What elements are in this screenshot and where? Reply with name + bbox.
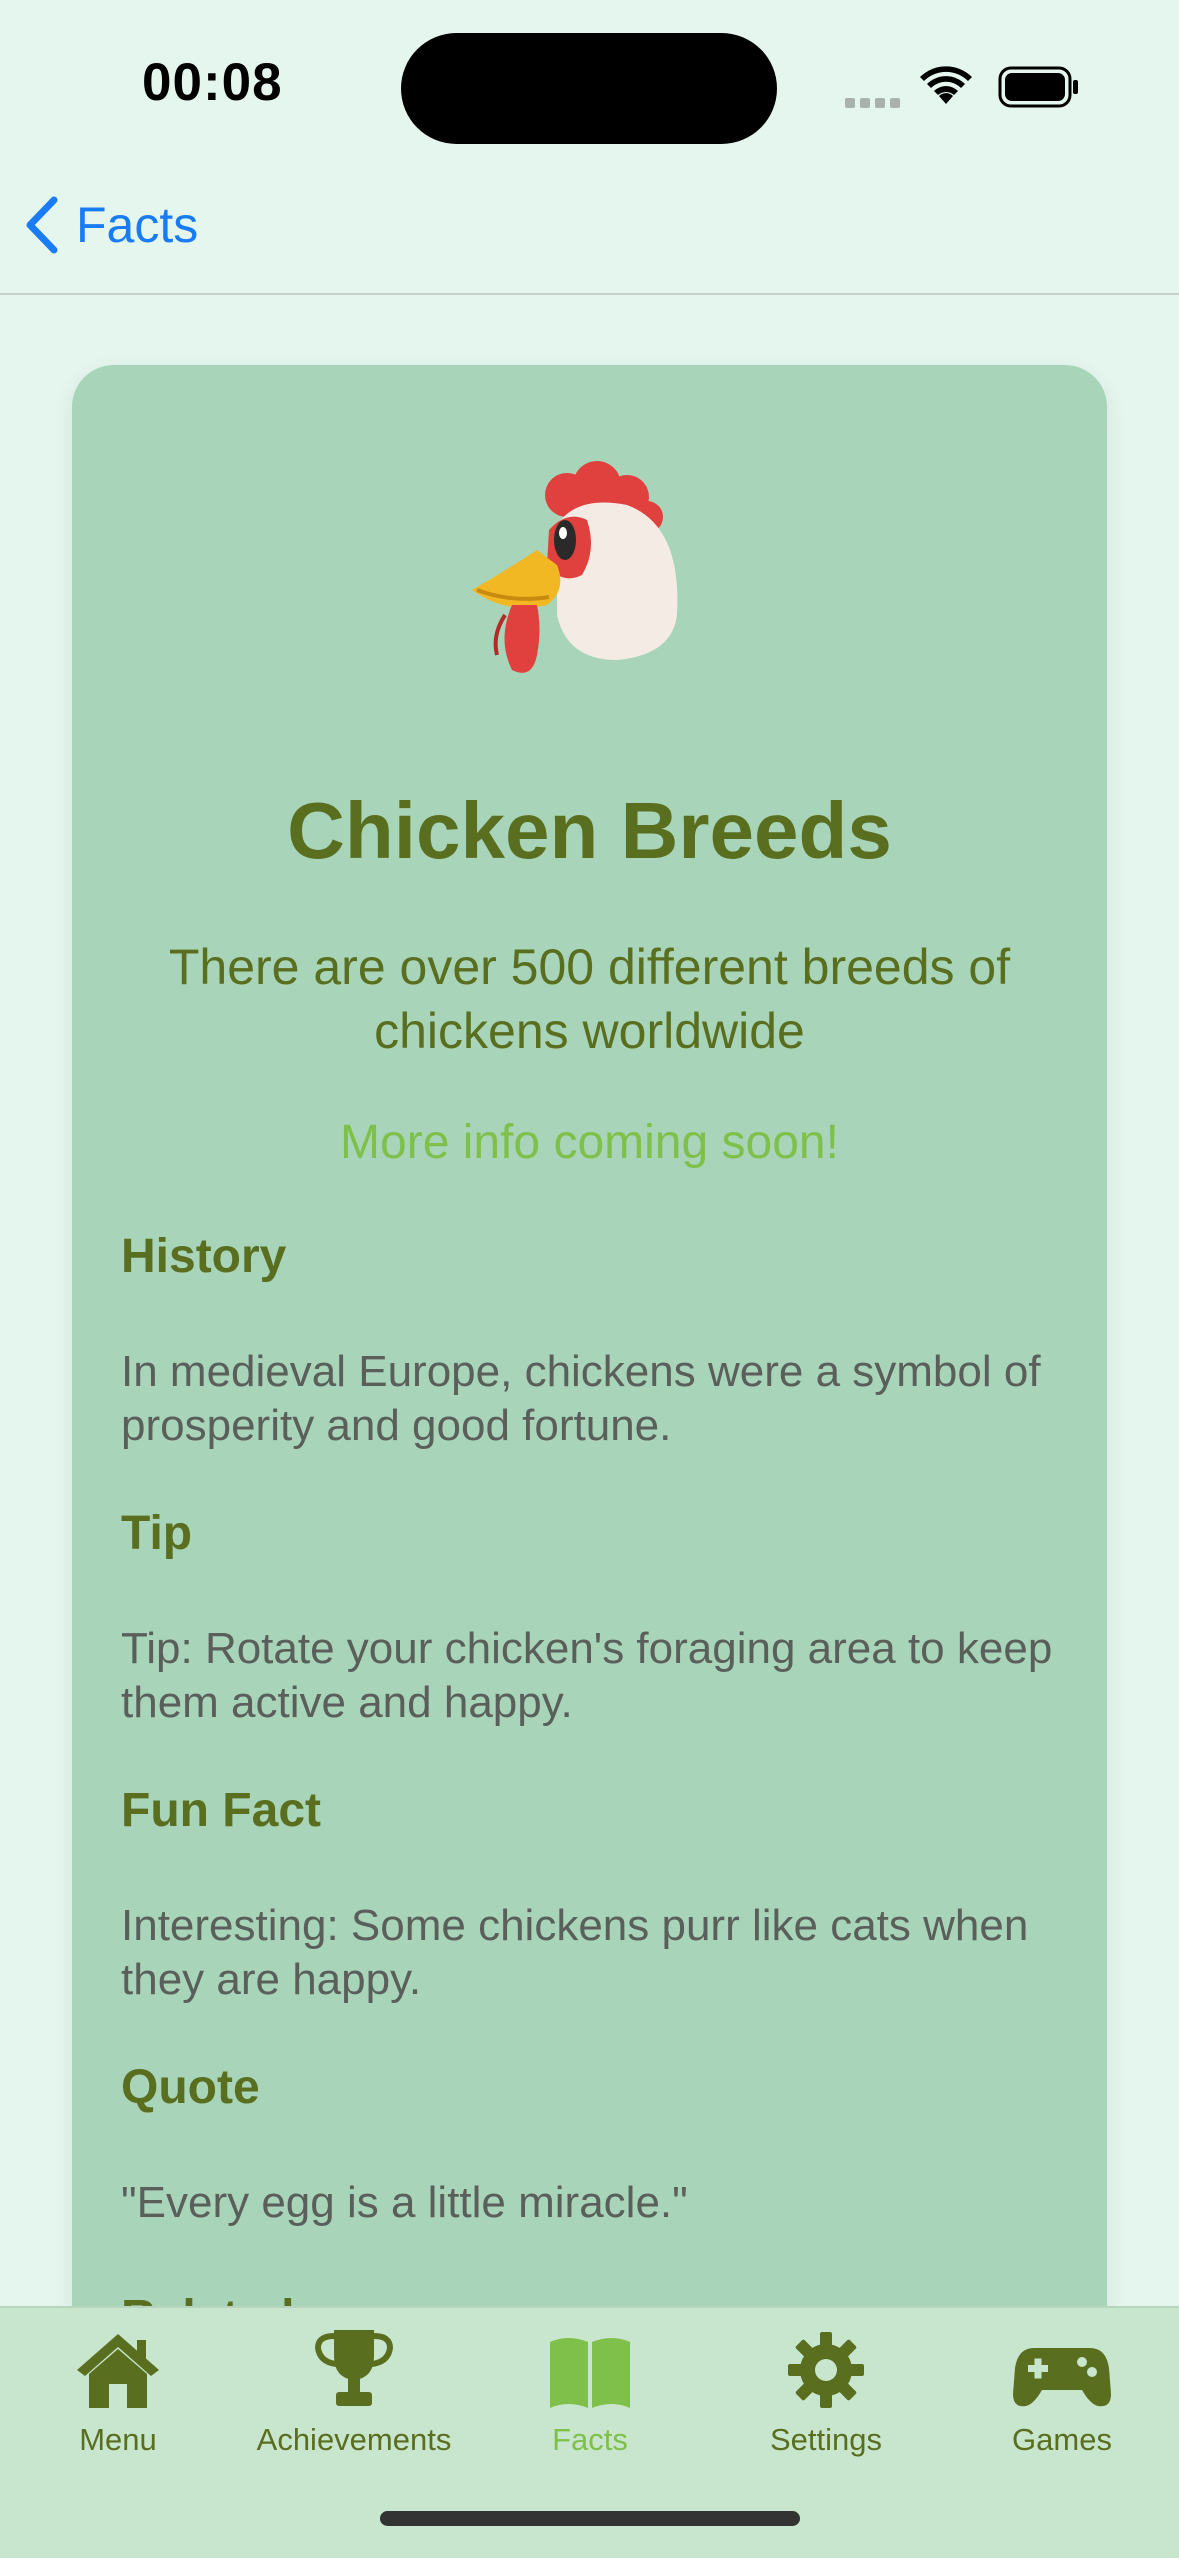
tab-games-label: Games xyxy=(1012,2422,1112,2457)
section-heading-tip: Tip xyxy=(121,1507,193,1560)
book-icon xyxy=(550,2338,630,2408)
back-button[interactable]: Facts xyxy=(24,196,198,254)
wifi-icon xyxy=(920,66,972,104)
section-body-tip: Tip: Rotate your chicken's foraging area… xyxy=(121,1624,1053,1727)
house-icon xyxy=(77,2334,159,2408)
chicken-icon xyxy=(472,461,678,673)
dynamic-island xyxy=(401,33,777,144)
battery-icon xyxy=(998,66,1078,108)
section-heading-history: History xyxy=(121,1230,287,1283)
tab-achievements-label: Achievements xyxy=(256,2422,452,2457)
gear-icon xyxy=(788,2332,864,2408)
navigation-bar: Facts xyxy=(0,170,1179,295)
back-button-label: Facts xyxy=(76,197,199,253)
section-body-history: In medieval Europe, chickens were a symb… xyxy=(121,1347,1041,1450)
tab-facts[interactable]: Facts xyxy=(472,2324,708,2458)
gamecontroller-icon xyxy=(1013,2348,1111,2407)
tab-games[interactable]: Games xyxy=(944,2324,1179,2458)
home-indicator[interactable] xyxy=(380,2511,800,2526)
status-time: 00:08 xyxy=(142,53,283,112)
status-bar: 00:08 xyxy=(0,0,1179,170)
tab-facts-label: Facts xyxy=(552,2422,628,2457)
fact-card: Chicken Breeds There are over 500 differ… xyxy=(72,365,1107,2375)
more-info-text: More info coming soon! xyxy=(340,1116,839,1169)
tab-settings-label: Settings xyxy=(769,2422,882,2457)
cellular-signal-icon xyxy=(845,95,905,113)
trophy-icon xyxy=(314,2330,394,2406)
tab-menu[interactable]: Menu xyxy=(0,2324,236,2458)
section-body-quote: "Every egg is a little miracle." xyxy=(121,2178,688,2227)
tab-menu-label: Menu xyxy=(79,2422,157,2457)
section-heading-quote: Quote xyxy=(121,2061,260,2114)
tab-settings[interactable]: Settings xyxy=(708,2324,944,2458)
section-heading-fun-fact: Fun Fact xyxy=(121,1784,321,1837)
fact-title: Chicken Breeds xyxy=(287,786,892,875)
section-body-fun-fact: Interesting: Some chickens purr like cat… xyxy=(121,1901,1029,2004)
chevron-left-icon xyxy=(26,196,58,254)
tab-achievements[interactable]: Achievements xyxy=(236,2324,472,2458)
fact-subtitle: There are over 500 different breeds of c… xyxy=(168,939,1011,1059)
